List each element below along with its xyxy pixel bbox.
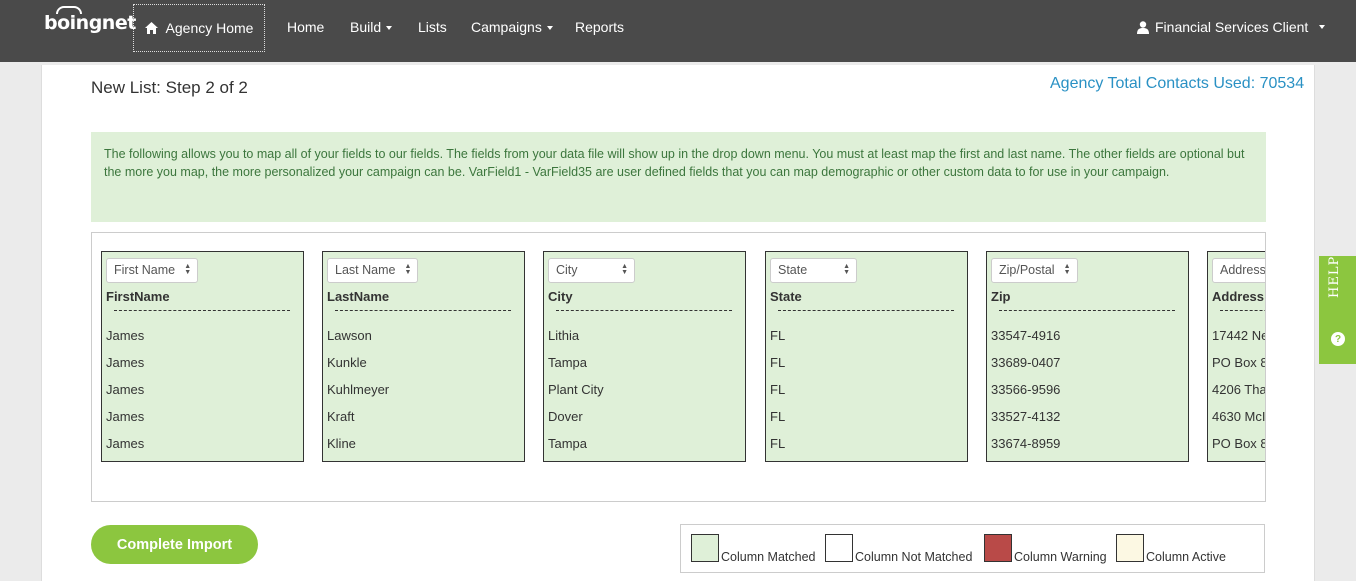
column-cell: FL [770,382,786,397]
column-cell: 33689-0407 [991,355,1061,370]
divider [556,310,732,311]
column-legend: Column Matched Column Not Matched Column… [680,524,1265,573]
column-cell: 33674-8959 [991,436,1061,451]
select-arrows-icon: ▲ ▼ [184,263,192,276]
field-select[interactable]: Address▲▼ [1212,258,1265,283]
legend-label: Column Matched [721,550,816,564]
column-cell: James [106,436,145,451]
nav-home[interactable]: Home [287,19,324,35]
column-cell: Dover [548,409,583,424]
divider [778,310,954,311]
column-cell: Kline [327,436,356,451]
column-cell: Kunkle [327,355,367,370]
column-header: FirstName [106,289,170,304]
info-alert: The following allows you to map all of y… [91,132,1266,222]
legend-swatch-warning [984,534,1012,562]
mapping-column-lastname[interactable]: Last Name ▲ ▼ LastName Lawson Kunkle Kuhlm… [322,251,525,462]
column-cell: 33527-4132 [991,409,1061,424]
column-cell: James [106,355,145,370]
column-cell: Kuhlmeyer [327,382,390,397]
column-cell: FL [770,355,786,370]
column-cell: Lawson [327,328,372,343]
column-cell: PO Box 8 [1212,355,1266,370]
legend-swatch-matched [691,534,719,562]
nav-campaigns[interactable]: Campaigns [471,19,553,35]
legend-label: Column Not Matched [855,550,973,564]
column-cell: Tampa [548,436,588,451]
column-header: Address [1212,289,1265,304]
column-cell: Plant City [548,382,604,397]
column-cell: Tampa [548,355,588,370]
agency-home-button[interactable]: Agency Home [133,4,265,52]
field-select[interactable]: City ▲ ▼ [548,258,635,283]
field-select[interactable]: Last Name ▲ ▼ [327,258,419,283]
divider [335,310,511,311]
boingnet-logo[interactable]: boingnet [44,6,136,34]
field-select[interactable]: First Name ▲ ▼ [106,258,199,283]
column-cell: James [106,328,145,343]
info-text: The following allows you to map all of y… [104,147,1245,179]
divider [999,310,1175,311]
field-select[interactable]: Zip/Postal ▲ ▼ [991,258,1078,283]
field-select[interactable]: State ▲ ▼ [770,258,857,283]
page-title: New List: Step 2 of 2 [91,78,248,97]
user-menu[interactable]: Financial Services Client [1137,19,1326,35]
divider [1220,310,1265,311]
select-arrows-icon: ▲ ▼ [843,263,850,276]
chevron-down-icon [386,26,393,31]
divider [114,310,290,311]
field-mapping-area[interactable]: First Name ▲ ▼ FirstName James James James… [91,232,1266,502]
column-cell: FL [770,436,786,451]
legend-label: Column Warning [1014,550,1107,564]
column-cell: PO Box 8 [1212,436,1266,451]
column-cell: 17442 Ne [1212,328,1266,343]
legend-swatch-not-matched [825,534,853,562]
column-cell: James [106,382,145,397]
mapping-column-zip[interactable]: Zip/Postal ▲ ▼ Zip 33547-4916 33689-0407 3… [986,251,1189,462]
help-label: HELP [1327,255,1342,298]
column-header: LastName [327,289,390,304]
agency-home-label: Agency Home [165,20,254,36]
column-cell: 4206 Tha [1212,382,1266,397]
chevron-down-icon [546,26,553,31]
legend-label: Column Active [1146,550,1226,564]
question-circle-icon: ? [1331,332,1345,346]
chevron-down-icon [1319,25,1326,29]
user-name: Financial Services Client [1155,19,1309,35]
mapping-column-address[interactable]: Address▲▼ Address 17442 Ne PO Box 8 4206… [1207,251,1266,462]
nav-build[interactable]: Build [350,19,393,35]
column-cell: James [106,409,145,424]
mapping-column-firstname[interactable]: First Name ▲ ▼ FirstName James James James… [101,251,304,462]
column-cell: 33547-4916 [991,328,1061,343]
user-icon [1137,20,1149,34]
column-cell: FL [770,328,786,343]
column-cell: 4630 McI [1212,409,1266,424]
column-header: Zip [991,289,1011,304]
logo-horns-icon [56,6,82,14]
legend-swatch-active [1116,534,1144,562]
mapping-column-state[interactable]: State ▲ ▼ State FL FL FL FL FL [765,251,968,462]
mapping-column-city[interactable]: City ▲ ▼ City Lithia Tampa Plant City Dove… [543,251,746,462]
column-cell: Lithia [548,328,580,343]
select-arrows-icon: ▲ ▼ [1063,263,1071,276]
column-cell: FL [770,409,786,424]
select-arrows-icon: ▲ ▼ [621,263,628,276]
nav-lists[interactable]: Lists [418,19,447,35]
home-icon [144,22,158,34]
column-header: State [770,289,802,304]
column-cell: Kraft [327,409,355,424]
select-arrows-icon: ▲ ▼ [404,263,412,276]
column-header: City [548,289,573,304]
column-cell: 33566-9596 [991,382,1061,397]
contacts-used-label: Agency Total Contacts Used: 70534 [1050,75,1305,92]
nav-reports[interactable]: Reports [575,19,624,35]
complete-import-button[interactable]: Complete Import [91,525,258,564]
help-tab[interactable]: HELP ? [1319,256,1356,364]
top-navbar: boingnet Agency Home Home Build Lists Ca… [0,0,1356,62]
